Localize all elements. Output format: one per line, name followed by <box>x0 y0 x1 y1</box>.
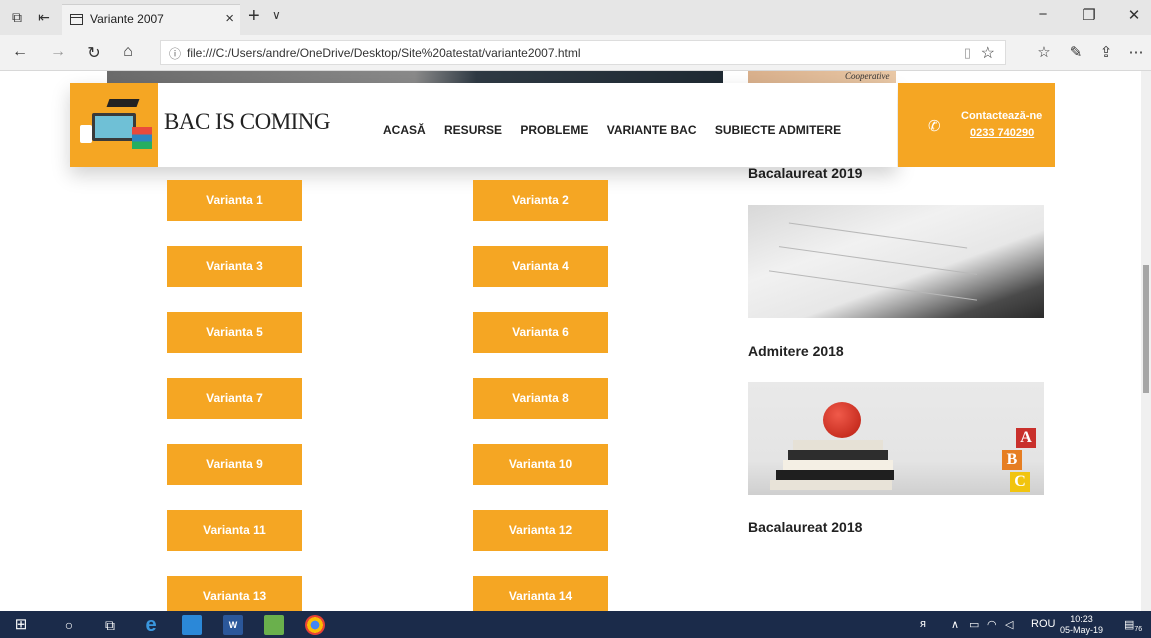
wifi-icon[interactable]: ◠ <box>987 618 997 631</box>
people-icon[interactable]: ᴙ <box>920 618 926 630</box>
cup-icon <box>80 125 92 143</box>
tray-arrow-icon[interactable]: ∧ <box>951 618 959 631</box>
nav-acasa[interactable]: ACASĂ <box>383 123 426 137</box>
block-letter: C <box>1010 472 1030 492</box>
variant-button[interactable]: Varianta 1 <box>167 180 302 221</box>
address-field[interactable]: ⓘ file:///C:/Users/andre/OneDrive/Deskto… <box>160 40 1006 65</box>
clock[interactable]: 10:23 05-May-19 <box>1060 614 1103 636</box>
variant-button[interactable]: Varianta 6 <box>473 312 608 353</box>
sidebar-title-admitere-2018[interactable]: Admitere 2018 <box>748 343 844 359</box>
block-letter: B <box>1002 450 1022 470</box>
url-text: file:///C:/Users/andre/OneDrive/Desktop/… <box>187 46 581 60</box>
nav-variante-bac[interactable]: VARIANTE BAC <box>607 123 697 137</box>
brand-name[interactable]: BAC IS COMING <box>164 109 331 135</box>
battery-icon[interactable]: ▭ <box>969 618 979 631</box>
windows-taskbar: ⊞ ○ ⧉ e W ᴙ ∧ ▭ ◠ ◁ ROU 10:23 05-May-19 … <box>0 611 1151 638</box>
nav-resurse[interactable]: RESURSE <box>444 123 502 137</box>
site-header: BAC IS COMING ACASĂ RESURSE PROBLEME VAR… <box>70 83 897 167</box>
apple-icon <box>823 402 861 438</box>
contact-phone-link[interactable]: 0233 740290 <box>970 127 1034 139</box>
variant-button[interactable]: Varianta 12 <box>473 510 608 551</box>
maximize-icon[interactable]: ❐ <box>1069 6 1109 24</box>
task-view-icon[interactable]: ⧉ <box>100 615 120 635</box>
close-window-icon[interactable]: ✕ <box>1114 6 1151 24</box>
notes-icon[interactable]: ✎ <box>1066 43 1086 61</box>
word-icon[interactable]: W <box>223 615 243 635</box>
minimize-icon[interactable]: − <box>1023 6 1063 23</box>
clock-time: 10:23 <box>1070 614 1093 624</box>
tab-dropdown-icon[interactable]: ∨ <box>272 8 281 22</box>
variant-button[interactable]: Varianta 9 <box>167 444 302 485</box>
notepad-icon[interactable] <box>264 615 284 635</box>
info-icon[interactable]: ⓘ <box>169 45 181 62</box>
tab-bar: ⧉ ⇤ Variante 2007 × + ∨ − ❐ ✕ <box>0 0 1151 35</box>
books-icon <box>132 127 152 149</box>
graduation-cap-icon <box>106 99 140 107</box>
notification-count: 76 <box>1134 626 1143 634</box>
laptop-icon <box>92 113 136 141</box>
nav-subiecte-admitere[interactable]: SUBIECTE ADMITERE <box>715 123 841 137</box>
new-tab-icon[interactable]: + <box>248 5 260 28</box>
variant-button[interactable]: Varianta 4 <box>473 246 608 287</box>
more-icon[interactable]: ⋯ <box>1126 43 1146 61</box>
block-letter: A <box>1016 428 1036 448</box>
sidebar-image-caption: Cooperative <box>845 71 890 81</box>
set-aside-tabs-icon[interactable]: ⇤ <box>36 9 52 25</box>
clock-date: 05-May-19 <box>1060 625 1104 635</box>
scrollbar-thumb[interactable] <box>1143 265 1149 393</box>
page-viewport: Cooperative Bacalaureat 2019 Admitere 20… <box>0 71 1151 611</box>
search-icon[interactable]: ○ <box>59 615 79 635</box>
language-indicator[interactable]: ROU <box>1031 618 1055 630</box>
edge-icon[interactable]: e <box>141 615 161 635</box>
logo[interactable] <box>70 83 158 167</box>
variant-button[interactable]: Varianta 11 <box>167 510 302 551</box>
apple-books-image[interactable]: A B C <box>748 382 1044 495</box>
page-scrollbar[interactable] <box>1141 71 1151 611</box>
volume-icon[interactable]: ◁ <box>1005 618 1013 631</box>
nav-probleme[interactable]: PROBLEME <box>520 123 588 137</box>
tab-preview-icon[interactable]: ⧉ <box>9 9 25 25</box>
contact-title: Contactează-ne <box>961 110 1043 122</box>
variant-button[interactable]: Varianta 2 <box>473 180 608 221</box>
reading-view-icon[interactable]: ▯ <box>964 45 971 61</box>
phone-icon: ✆ <box>928 118 941 135</box>
home-icon[interactable]: ⌂ <box>118 43 138 61</box>
forward-icon[interactable]: → <box>48 43 68 61</box>
notifications-icon[interactable]: ▤76 <box>1124 618 1142 633</box>
variant-button[interactable]: Varianta 10 <box>473 444 608 485</box>
main-nav: ACASĂ RESURSE PROBLEME VARIANTE BAC SUBI… <box>383 123 856 137</box>
chrome-icon[interactable] <box>305 615 325 635</box>
share-icon[interactable]: ⇪ <box>1096 43 1116 61</box>
variant-button[interactable]: Varianta 3 <box>167 246 302 287</box>
back-icon[interactable]: ← <box>10 43 30 61</box>
contact-box[interactable]: ✆ Contactează-ne 0233 740290 <box>898 83 1055 167</box>
page-icon <box>70 14 83 25</box>
notebook-image[interactable] <box>748 205 1044 318</box>
sidebar-title-bac-2019[interactable]: Bacalaureat 2019 <box>748 165 862 181</box>
variant-button[interactable]: Varianta 13 <box>167 576 302 611</box>
tab-title: Variante 2007 <box>90 12 164 26</box>
variant-button[interactable]: Varianta 14 <box>473 576 608 611</box>
browser-tab[interactable]: Variante 2007 × <box>62 4 240 35</box>
refresh-icon[interactable]: ↻ <box>84 43 104 63</box>
address-toolbar: ← → ↻ ⌂ ⓘ file:///C:/Users/andre/OneDriv… <box>0 35 1151 71</box>
variant-button[interactable]: Varianta 7 <box>167 378 302 419</box>
file-explorer-icon[interactable] <box>182 615 202 635</box>
sidebar-title-bac-2018[interactable]: Bacalaureat 2018 <box>748 519 862 535</box>
variant-button[interactable]: Varianta 8 <box>473 378 608 419</box>
favorite-star-icon[interactable]: ☆ <box>981 43 995 63</box>
favorites-icon[interactable]: ☆ <box>1034 43 1054 61</box>
windows-start-icon[interactable]: ⊞ <box>11 615 31 635</box>
variant-button[interactable]: Varianta 5 <box>167 312 302 353</box>
close-tab-icon[interactable]: × <box>225 10 234 27</box>
